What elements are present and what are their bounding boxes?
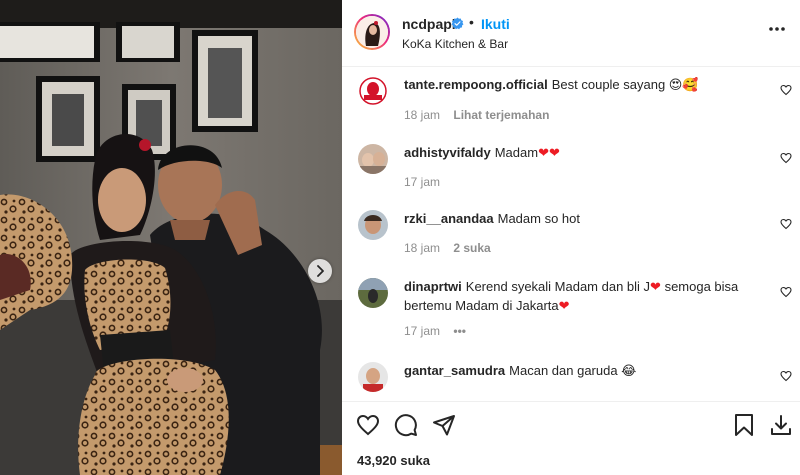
comment-meta: 17 jam <box>404 175 450 189</box>
comment-time: 18 jam <box>404 241 441 255</box>
comment-username[interactable]: dinaprtwi <box>404 279 462 294</box>
comment-text: Madam so hot <box>497 211 580 226</box>
comment-time: 17 jam <box>404 324 441 338</box>
post-detail-panel: ncdpapl • Ikuti KoKa Kitchen & Bar tante… <box>342 0 800 475</box>
download-icon[interactable] <box>769 413 793 437</box>
comment-text: Best couple sayang 😍🥰 <box>551 77 699 92</box>
comment-heart-emoji: ❤ <box>558 299 570 314</box>
commenter-avatar-image <box>358 362 388 392</box>
bookmark-icon[interactable] <box>733 413 755 437</box>
comment-like-count[interactable]: 2 suka <box>453 241 490 255</box>
comment-text: Madam <box>494 145 539 160</box>
comment-options-button[interactable]: ••• <box>453 324 466 338</box>
post-image[interactable] <box>0 0 342 475</box>
follow-button[interactable]: Ikuti <box>481 16 510 32</box>
comment-body: tante.rempoong.official Best couple sayan… <box>404 76 764 94</box>
commenter-avatar[interactable] <box>358 144 388 174</box>
commenter-avatar-image <box>358 278 388 308</box>
comment-time: 18 jam <box>404 108 441 122</box>
heart-icon[interactable] <box>780 84 792 96</box>
comment-item: adhistyvifaldy Madam❤❤ 17 jam <box>342 140 800 195</box>
post-actions-bar: 43,920 suka <box>342 401 800 475</box>
share-icon[interactable] <box>432 413 456 437</box>
commenter-avatar-image <box>358 210 388 240</box>
comment-username[interactable]: tante.rempoong.official <box>404 77 548 92</box>
heart-icon[interactable] <box>780 152 792 164</box>
commenter-avatar-image <box>358 76 388 106</box>
comment-item: dinaprtwi Kerend syekali Madam dan bli J❤… <box>342 274 800 344</box>
chevron-right-icon <box>317 265 324 277</box>
comment-icon[interactable] <box>394 413 418 437</box>
comment-item: rzki__anandaa Madam so hot 18 jam 2 suka <box>342 206 800 261</box>
commenter-avatar[interactable] <box>358 210 388 240</box>
comment-body: dinaprtwi Kerend syekali Madam dan bli J❤… <box>404 278 764 316</box>
post-photo <box>0 0 342 475</box>
comment-meta: 17 jam ••• <box>404 324 476 338</box>
like-heart-icon[interactable] <box>356 413 380 437</box>
author-username[interactable]: ncdpapl <box>402 16 456 32</box>
comment-text: Macan dan garuda 😂 <box>509 363 637 378</box>
see-translation-button[interactable]: Lihat terjemahan <box>453 108 549 122</box>
post-location[interactable]: KoKa Kitchen & Bar <box>402 37 508 51</box>
heart-icon[interactable] <box>780 286 792 298</box>
comment-body: gantar_samudra Macan dan garuda 😂 <box>404 362 764 380</box>
comment-username[interactable]: rzki__anandaa <box>404 211 494 226</box>
commenter-avatar[interactable] <box>358 362 388 392</box>
heart-icon[interactable] <box>780 370 792 382</box>
heart-icon[interactable] <box>780 218 792 230</box>
comment-body: rzki__anandaa Madam so hot <box>404 210 764 228</box>
verified-badge-icon <box>451 17 464 30</box>
comment-item: tante.rempoong.official Best couple sayan… <box>342 70 800 130</box>
comment-username[interactable]: gantar_samudra <box>404 363 505 378</box>
post-header: ncdpapl • Ikuti KoKa Kitchen & Bar <box>342 0 800 67</box>
comment-time: 17 jam <box>404 175 441 189</box>
commenter-avatar-image <box>358 144 388 174</box>
comment-item: gantar_samudra Macan dan garuda 😂 <box>342 358 800 398</box>
comment-heart-emoji: ❤ <box>650 280 661 295</box>
separator-dot: • <box>469 14 474 30</box>
likes-count[interactable]: 43,920 suka <box>357 453 430 468</box>
comment-body: adhistyvifaldy Madam❤❤ <box>404 144 764 163</box>
commenter-avatar[interactable] <box>358 278 388 308</box>
comment-username[interactable]: adhistyvifaldy <box>404 145 491 160</box>
more-options-icon[interactable] <box>768 26 786 32</box>
comment-meta: 18 jam Lihat terjemahan <box>404 108 559 122</box>
comment-meta: 18 jam 2 suka <box>404 241 501 255</box>
author-avatar[interactable] <box>354 14 390 50</box>
commenter-avatar[interactable] <box>358 76 388 106</box>
comment-text: Kerend syekali Madam dan bli J <box>465 279 651 294</box>
comment-hearts: ❤❤ <box>538 146 560 161</box>
author-avatar-image <box>356 16 388 48</box>
carousel-next-button[interactable] <box>308 259 332 283</box>
